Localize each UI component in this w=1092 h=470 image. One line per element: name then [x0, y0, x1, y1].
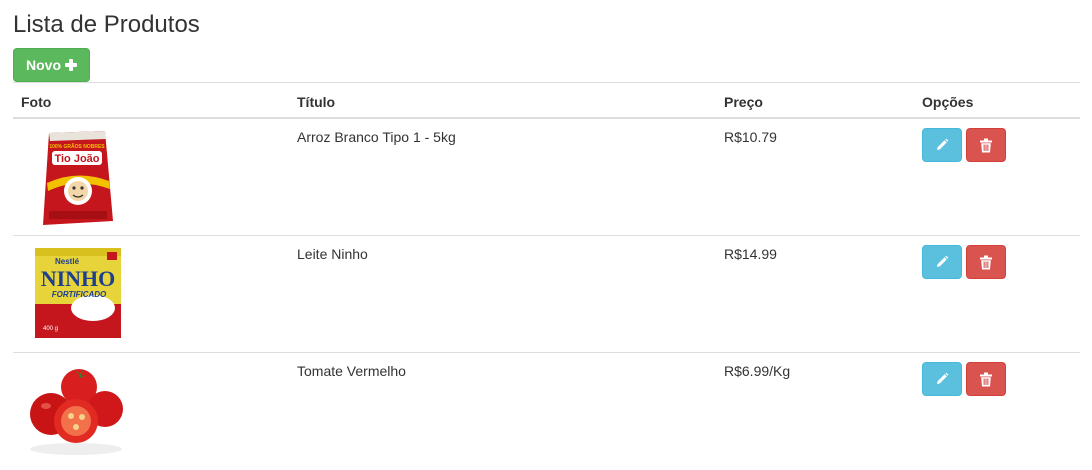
trash-icon: [980, 138, 992, 152]
pencil-icon: [937, 138, 949, 150]
product-price: R$14.99: [724, 246, 777, 262]
new-button-label: Novo: [26, 57, 61, 73]
row-actions: [922, 362, 1006, 396]
header-foto: Foto: [21, 94, 52, 110]
product-image-rice: Tio João 100% GRÃOS NOBRES: [43, 131, 113, 225]
product-price: R$6.99/Kg: [724, 363, 791, 379]
new-product-button[interactable]: Novo: [13, 48, 90, 82]
delete-button[interactable]: [966, 362, 1006, 396]
table-row: Nestlé NINHO FORTIFICADO 400 g Leite Nin…: [13, 236, 1080, 353]
rice-badge-text: 100% GRÃOS NOBRES: [49, 143, 105, 150]
product-title: Leite Ninho: [297, 246, 368, 262]
milk-weight-text: 400 g: [43, 326, 58, 332]
table-header: Foto Título Preço Opções: [13, 82, 1080, 119]
trash-icon: [980, 372, 992, 386]
rice-brand-text: Tio João: [54, 153, 99, 165]
edit-button[interactable]: [922, 362, 962, 396]
product-image-milk: Nestlé NINHO FORTIFICADO 400 g: [35, 248, 121, 338]
products-table: Foto Título Preço Opções Tio João 100% G…: [13, 82, 1080, 470]
milk-brand-text: NINHO: [41, 266, 116, 291]
edit-button[interactable]: [922, 245, 962, 279]
milk-maker-text: Nestlé: [55, 257, 80, 266]
trash-icon: [980, 255, 992, 269]
product-title: Arroz Branco Tipo 1 - 5kg: [297, 129, 456, 145]
pencil-icon: [937, 255, 949, 267]
table-row: Tio João 100% GRÃOS NOBRES Arroz Branco …: [13, 119, 1080, 236]
product-title: Tomate Vermelho: [297, 363, 406, 379]
product-price: R$10.79: [724, 129, 777, 145]
header-opcoes: Opções: [922, 94, 974, 110]
delete-button[interactable]: [966, 128, 1006, 162]
plus-icon: [65, 59, 77, 71]
row-actions: [922, 245, 1006, 279]
product-image-tomato: [30, 369, 123, 455]
table-row: Tomate Vermelho R$6.99/Kg: [13, 353, 1080, 470]
row-actions: [922, 128, 1006, 162]
header-preco: Preço: [724, 94, 763, 110]
milk-sub-text: FORTIFICADO: [52, 290, 107, 299]
header-titulo: Título: [297, 94, 336, 110]
pencil-icon: [937, 372, 949, 384]
delete-button[interactable]: [966, 245, 1006, 279]
edit-button[interactable]: [922, 128, 962, 162]
page-title: Lista de Produtos: [13, 11, 200, 38]
